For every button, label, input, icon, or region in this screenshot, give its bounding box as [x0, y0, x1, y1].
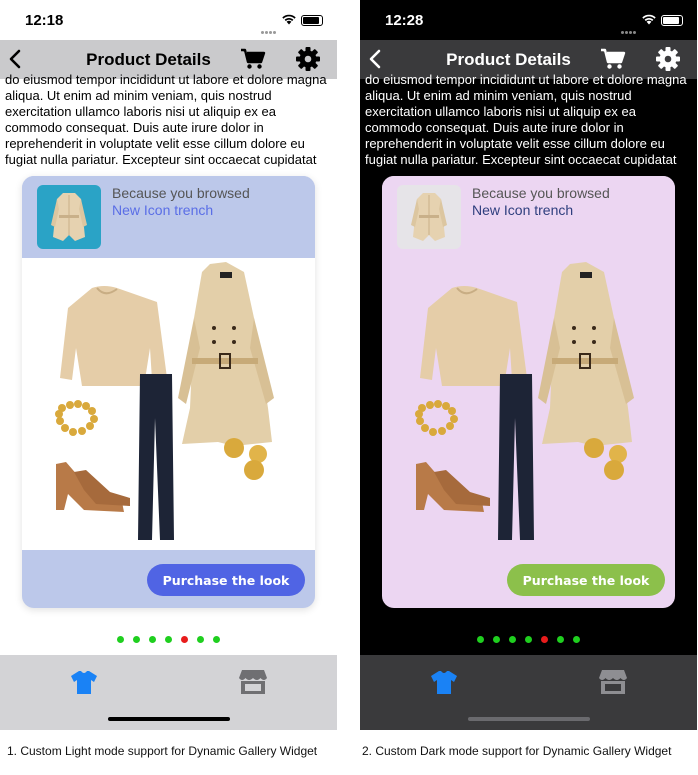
- page-dot[interactable]: [149, 636, 156, 643]
- because-label: Because you browsed: [472, 185, 610, 201]
- page-dot[interactable]: [213, 636, 220, 643]
- cellular-signal-icon: [261, 21, 277, 34]
- status-icons: [621, 13, 685, 34]
- caption-light: 1. Custom Light mode support for Dynamic…: [7, 744, 318, 758]
- chevron-left-icon[interactable]: [366, 47, 388, 71]
- description-text: do eiusmod tempor incididunt ut labore e…: [365, 72, 687, 167]
- page-dot[interactable]: [541, 636, 548, 643]
- page-dot[interactable]: [509, 636, 516, 643]
- phone-dark-mode: 12:28 Product Details do eiusmod tempor …: [360, 0, 697, 730]
- wifi-icon: [642, 14, 656, 25]
- battery-icon: [301, 15, 323, 26]
- cart-icon[interactable]: [600, 47, 626, 71]
- page-dot[interactable]: [493, 636, 500, 643]
- gallery-card[interactable]: Because you browsed New Icon trench Purc…: [382, 176, 675, 608]
- status-bar: 12:28: [360, 0, 697, 40]
- gallery-card[interactable]: Because you browsed New Icon trench Purc…: [22, 176, 315, 608]
- tshirt-icon[interactable]: [70, 669, 98, 695]
- browsed-item-link[interactable]: New Icon trench: [112, 202, 213, 218]
- tab-bar: [0, 655, 337, 730]
- trench-coat-image: [411, 193, 447, 241]
- page-dot[interactable]: [181, 636, 188, 643]
- nav-bar-cover: [0, 64, 337, 79]
- outfit-illustration: [55, 262, 274, 540]
- home-indicator: [468, 717, 590, 721]
- page-indicator[interactable]: [477, 636, 587, 644]
- page-dot[interactable]: [557, 636, 564, 643]
- because-label: Because you browsed: [112, 185, 250, 201]
- page-dot[interactable]: [197, 636, 204, 643]
- page-title: Product Details: [446, 50, 571, 69]
- page-indicator[interactable]: [117, 636, 227, 644]
- page-dot[interactable]: [477, 636, 484, 643]
- card-header: Because you browsed New Icon trench: [382, 176, 675, 258]
- page-dot[interactable]: [117, 636, 124, 643]
- description-text: do eiusmod tempor incididunt ut labore e…: [5, 72, 327, 167]
- page-dot[interactable]: [133, 636, 140, 643]
- phone-light-mode: 12:18 Product Details do eiusmod tempor …: [0, 0, 337, 730]
- status-time: 12:18: [25, 12, 64, 29]
- page-dot[interactable]: [573, 636, 580, 643]
- trench-thumbnail[interactable]: [397, 185, 461, 249]
- caption-dark: 2. Custom Dark mode support for Dynamic …: [362, 744, 672, 758]
- outfit-illustration: [415, 262, 634, 540]
- store-icon[interactable]: [598, 668, 628, 696]
- browsed-item-link[interactable]: New Icon trench: [472, 202, 573, 218]
- tshirt-icon[interactable]: [430, 669, 458, 695]
- store-icon[interactable]: [238, 668, 268, 696]
- page-dot[interactable]: [165, 636, 172, 643]
- outfit-image[interactable]: [22, 258, 315, 550]
- card-header: Because you browsed New Icon trench: [22, 176, 315, 258]
- page-dot[interactable]: [525, 636, 532, 643]
- trench-coat-image: [51, 193, 87, 241]
- gear-icon[interactable]: [655, 46, 681, 72]
- trench-thumbnail[interactable]: [37, 185, 101, 249]
- outfit-image[interactable]: [382, 258, 675, 550]
- status-bar: 12:18: [0, 0, 337, 40]
- wifi-icon: [282, 14, 296, 25]
- tab-bar: [360, 655, 697, 730]
- purchase-the-look-button[interactable]: Purchase the look: [507, 564, 665, 596]
- status-icons: [261, 13, 325, 34]
- purchase-the-look-button[interactable]: Purchase the look: [147, 564, 305, 596]
- home-indicator: [108, 717, 230, 721]
- status-time: 12:28: [385, 12, 424, 29]
- cellular-signal-icon: [621, 21, 637, 34]
- battery-icon: [661, 15, 683, 26]
